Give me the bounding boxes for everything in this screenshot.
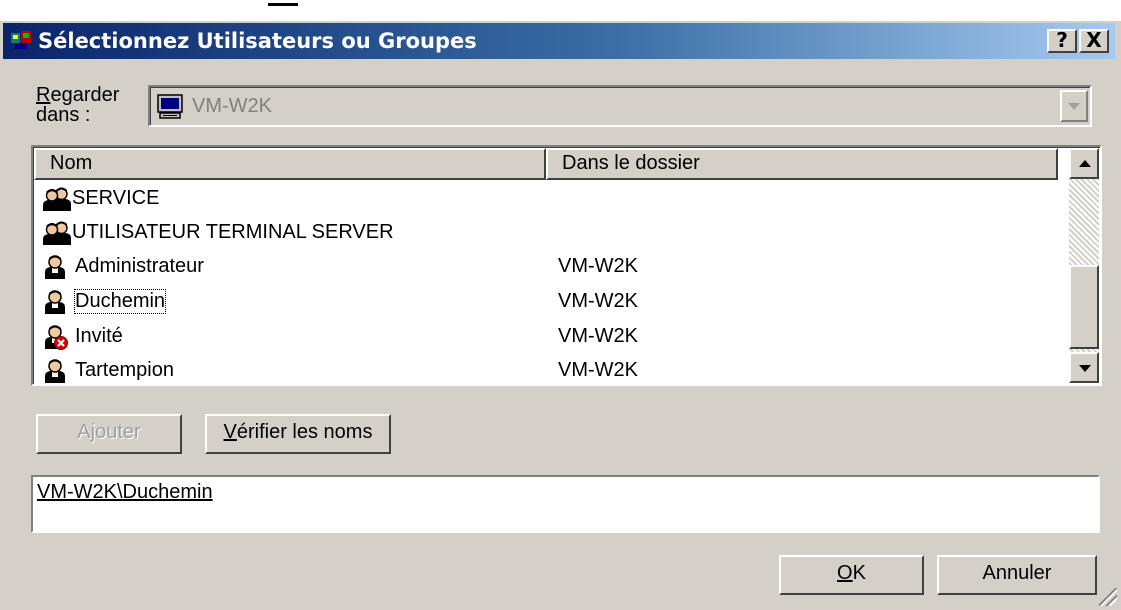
document-fragment <box>0 0 1121 21</box>
dialog-window: Sélectionnez Utilisateurs ou Groupes ? X… <box>0 21 1121 610</box>
arrow-down-icon <box>1079 365 1091 372</box>
ok-button-label: OK <box>837 562 866 584</box>
chk-button-label: Vérifier les noms <box>223 421 373 443</box>
underline-fragment <box>268 0 298 6</box>
user-icon <box>42 358 68 384</box>
list-row[interactable]: Tartempion VM-W2K <box>39 354 1059 384</box>
row-name: Duchemin <box>73 289 167 314</box>
user-icon <box>42 289 68 321</box>
row-name: SERVICE <box>72 187 160 209</box>
scroll-up-button[interactable] <box>1069 148 1099 179</box>
list-row[interactable]: Invité VM-W2K <box>39 320 1059 354</box>
dialog-title: Sélectionnez Utilisateurs ou Groupes <box>38 29 477 53</box>
list-row[interactable]: UTILISATEUR TERMINAL SERVER <box>39 216 1059 250</box>
column-header-folder[interactable]: Dans le dossier <box>546 148 1058 180</box>
vertical-scrollbar[interactable] <box>1069 148 1099 383</box>
row-name: Administrateur <box>75 255 204 277</box>
close-button[interactable]: X <box>1079 29 1109 53</box>
row-folder: VM-W2K <box>558 255 638 277</box>
look-in-label-line1: Regarder <box>36 84 120 106</box>
column-header-name[interactable]: Nom <box>34 148 546 180</box>
list-row[interactable]: SERVICE <box>39 182 1059 216</box>
group-icon <box>42 220 72 252</box>
title-bar: Sélectionnez Utilisateurs ou Groupes ? X <box>3 23 1115 59</box>
computer-icon <box>157 94 183 119</box>
cancel-button[interactable]: Annuler <box>937 555 1097 595</box>
users-groups-list[interactable]: Nom Dans le dossier SERVICE UTILISATEUR T… <box>31 145 1102 386</box>
row-folder: VM-W2K <box>558 290 638 312</box>
row-name: UTILISATEUR TERMINAL SERVER <box>72 221 394 243</box>
add-button-label: Ajouter <box>77 421 141 443</box>
users-groups-app-icon <box>11 31 31 49</box>
list-row[interactable]: Administrateur VM-W2K <box>39 250 1059 284</box>
row-name: Tartempion <box>75 359 174 381</box>
user-icon <box>42 254 68 286</box>
chevron-down-icon <box>1068 103 1080 110</box>
list-row[interactable]: Duchemin VM-W2K <box>39 285 1059 319</box>
look-in-label: Regarder dans : <box>36 84 120 126</box>
group-icon <box>42 186 72 218</box>
look-in-dropdown-button[interactable] <box>1060 90 1088 122</box>
row-name: Invité <box>75 325 123 347</box>
check-names-button[interactable]: Vérifier les noms <box>205 414 391 454</box>
selected-names-text: VM-W2K\Duchemin <box>37 481 213 503</box>
look-in-value: VM-W2K <box>192 95 272 117</box>
scroll-thumb[interactable] <box>1069 265 1099 349</box>
look-in-combobox[interactable]: VM-W2K <box>148 85 1092 127</box>
ok-button[interactable]: OK <box>779 555 924 595</box>
row-folder: VM-W2K <box>558 325 638 347</box>
row-folder: VM-W2K <box>558 359 638 381</box>
scroll-down-button[interactable] <box>1069 352 1099 383</box>
arrow-up-icon <box>1079 160 1091 167</box>
disabled-user-icon <box>42 324 68 356</box>
selected-names-field[interactable]: VM-W2K\Duchemin <box>31 475 1100 533</box>
add-button[interactable]: Ajouter <box>36 414 182 454</box>
resize-grip[interactable] <box>1099 588 1117 606</box>
help-button[interactable]: ? <box>1047 29 1077 53</box>
